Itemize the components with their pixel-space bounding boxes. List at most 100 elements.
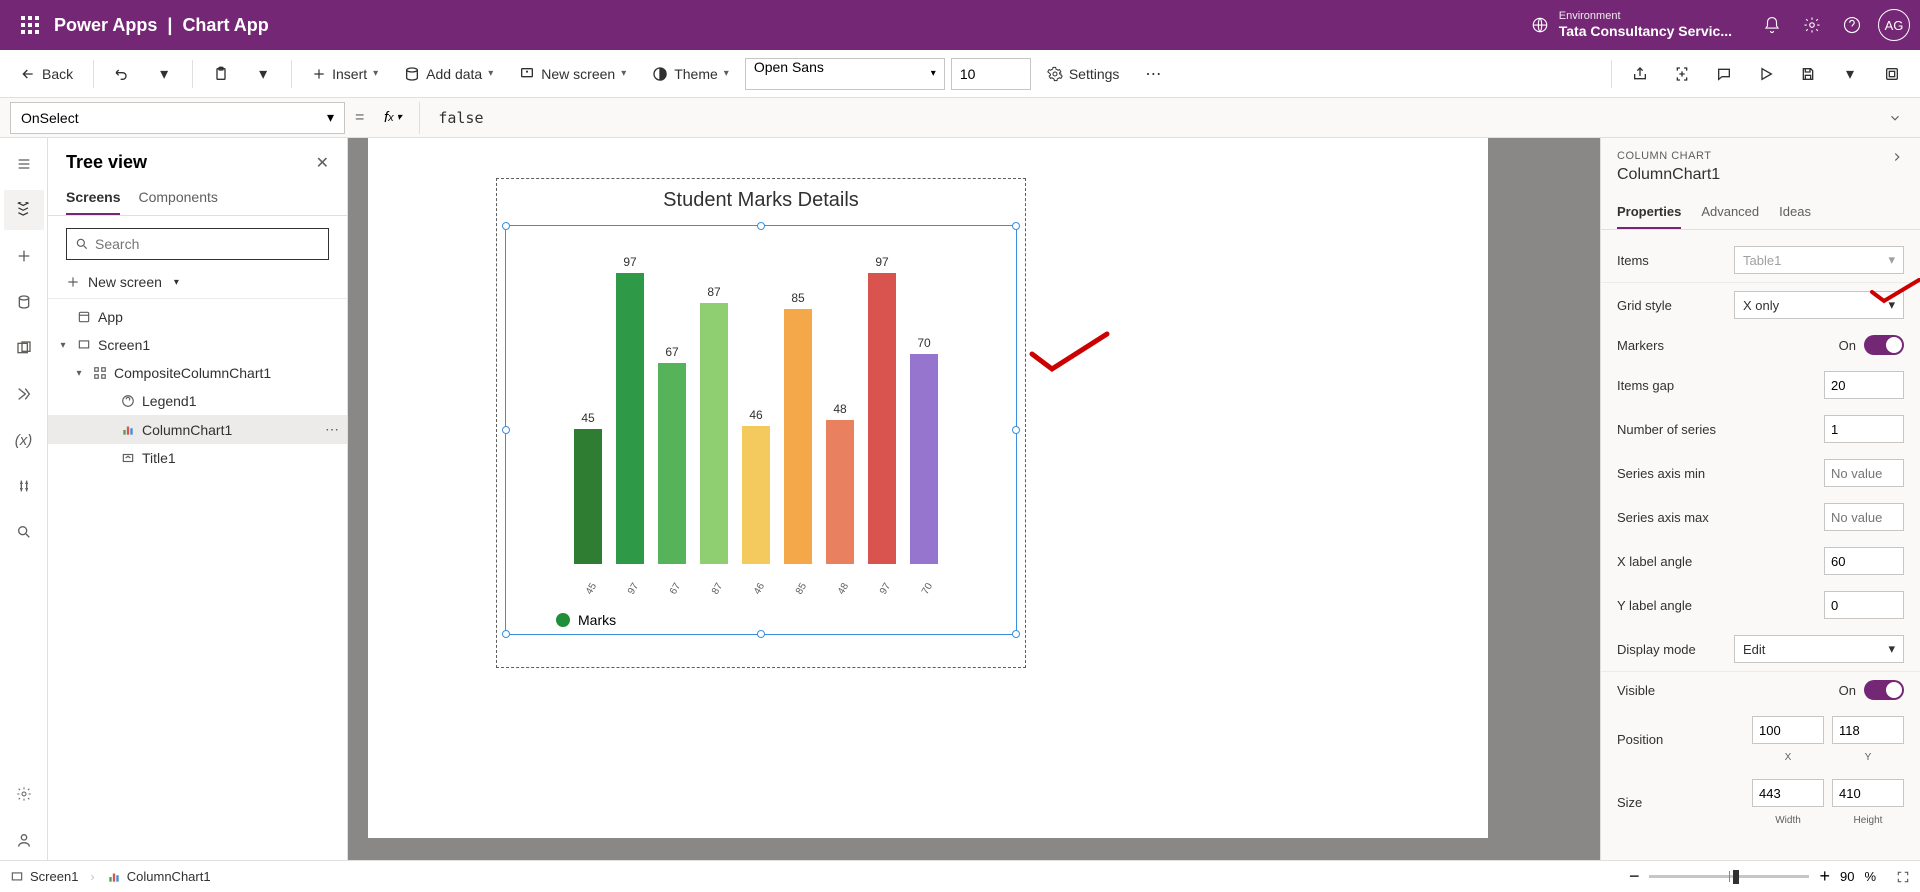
items-select[interactable]: Table1 ▾	[1734, 246, 1904, 274]
items-value: Table1	[1743, 253, 1781, 268]
breadcrumb-screen[interactable]: Screen1	[10, 869, 78, 884]
position-y-input[interactable]	[1832, 716, 1904, 744]
font-family-select[interactable]: Open Sans ▾	[745, 58, 945, 90]
resize-handle[interactable]	[1012, 630, 1020, 638]
tab-screens[interactable]: Screens	[66, 181, 120, 215]
screen-canvas[interactable]: Student Marks Details 459767874685489770…	[368, 138, 1488, 838]
insert-button[interactable]: Insert ▾	[302, 60, 388, 88]
tree-item-label: App	[98, 309, 123, 325]
column-chart-selection[interactable]: 459767874685489770 459767874685489770 Ma…	[505, 225, 1017, 635]
tab-advanced[interactable]: Advanced	[1701, 196, 1759, 229]
rail-hamburger-icon[interactable]	[4, 144, 44, 184]
screen-icon	[76, 338, 92, 352]
more-button[interactable]: ⋯	[1135, 56, 1171, 92]
tree-close-button[interactable]: ✕	[316, 153, 329, 173]
tree-item-columnchart[interactable]: ColumnChart1 ⋯	[48, 415, 347, 444]
size-width-input[interactable]	[1752, 779, 1824, 807]
resize-handle[interactable]	[502, 426, 510, 434]
rail-settings-icon[interactable]	[4, 774, 44, 814]
rail-variables-icon[interactable]: (x)	[4, 420, 44, 460]
notifications-icon[interactable]	[1752, 5, 1792, 45]
position-x-input[interactable]	[1752, 716, 1824, 744]
resize-handle[interactable]	[757, 222, 765, 230]
add-data-button[interactable]: Add data ▾	[394, 60, 503, 88]
resize-handle[interactable]	[1012, 426, 1020, 434]
publish-button[interactable]	[1874, 56, 1910, 92]
app-checker-button[interactable]	[1664, 56, 1700, 92]
help-icon[interactable]	[1832, 5, 1872, 45]
tab-components[interactable]: Components	[138, 181, 217, 215]
rail-insert-icon[interactable]	[4, 236, 44, 276]
chart-bar: 70	[910, 354, 938, 564]
back-button[interactable]: Back	[10, 60, 83, 88]
tree-search[interactable]	[66, 228, 329, 260]
axis-min-input[interactable]	[1824, 459, 1904, 487]
resize-handle[interactable]	[757, 630, 765, 638]
fx-label[interactable]: fx▾	[374, 102, 420, 134]
axis-max-input[interactable]	[1824, 503, 1904, 531]
rail-search-icon[interactable]	[4, 512, 44, 552]
resize-handle[interactable]	[502, 630, 510, 638]
tree-item-screen1[interactable]: ▾ Screen1	[48, 331, 347, 359]
formula-expand-button[interactable]	[1880, 103, 1910, 133]
formula-input[interactable]	[430, 102, 1870, 134]
rail-ask-icon[interactable]	[4, 820, 44, 860]
new-screen-button[interactable]: New screen ▾	[48, 266, 347, 298]
zoom-slider[interactable]	[1649, 875, 1809, 878]
comments-button[interactable]	[1706, 56, 1742, 92]
zoom-out-button[interactable]: −	[1629, 866, 1640, 887]
zoom-thumb[interactable]	[1733, 870, 1739, 884]
breadcrumb-selected[interactable]: ColumnChart1	[107, 869, 211, 884]
rail-power-automate-icon[interactable]	[4, 374, 44, 414]
tab-properties[interactable]: Properties	[1617, 196, 1681, 229]
font-size-input[interactable]	[951, 58, 1031, 90]
settings-icon[interactable]	[1792, 5, 1832, 45]
undo-button[interactable]	[104, 56, 140, 92]
more-icon[interactable]: ⋯	[325, 421, 339, 438]
save-dropdown[interactable]: ▾	[1832, 56, 1868, 92]
rail-tools-icon[interactable]	[4, 466, 44, 506]
rail-media-icon[interactable]	[4, 328, 44, 368]
items-gap-input[interactable]	[1824, 371, 1904, 399]
user-avatar[interactable]: AG	[1878, 9, 1910, 41]
display-mode-select[interactable]: Edit ▾	[1734, 635, 1904, 663]
x-angle-input[interactable]	[1824, 547, 1904, 575]
paste-dropdown[interactable]: ▾	[245, 56, 281, 92]
zoom-in-button[interactable]: +	[1819, 866, 1830, 887]
caret-icon[interactable]: ▾	[72, 368, 86, 379]
search-input[interactable]	[95, 236, 320, 252]
app-launcher-icon[interactable]	[10, 5, 50, 45]
formula-bar: OnSelect ▾ = fx▾	[0, 98, 1920, 138]
undo-dropdown[interactable]: ▾	[146, 56, 182, 92]
tree-item-app[interactable]: App	[48, 303, 347, 331]
tree-item-composite[interactable]: ▾ CompositeColumnChart1	[48, 359, 347, 387]
save-button[interactable]	[1790, 56, 1826, 92]
resize-handle[interactable]	[502, 222, 510, 230]
environment-picker[interactable]: Environment Tata Consultancy Servic...	[1531, 10, 1732, 40]
preview-button[interactable]	[1748, 56, 1784, 92]
y-angle-input[interactable]	[1824, 591, 1904, 619]
size-height-input[interactable]	[1832, 779, 1904, 807]
chart-bar: 46	[742, 426, 770, 564]
paste-button[interactable]	[203, 56, 239, 92]
share-button[interactable]	[1622, 56, 1658, 92]
tree-item-legend[interactable]: Legend1	[48, 387, 347, 415]
rail-data-icon[interactable]	[4, 282, 44, 322]
composite-chart-container[interactable]: Student Marks Details 459767874685489770…	[496, 178, 1026, 668]
property-selector[interactable]: OnSelect ▾	[10, 102, 345, 134]
caret-icon[interactable]: ▾	[56, 340, 70, 351]
expand-pane-icon[interactable]	[1890, 150, 1904, 164]
visible-toggle[interactable]	[1864, 680, 1904, 700]
rail-tree-view-icon[interactable]	[4, 190, 44, 230]
tree-item-title1[interactable]: Title1	[48, 444, 347, 472]
canvas-area[interactable]: Student Marks Details 459767874685489770…	[348, 138, 1600, 860]
new-screen-button[interactable]: New screen ▾	[509, 60, 636, 88]
tab-ideas[interactable]: Ideas	[1779, 196, 1811, 229]
fit-to-screen-button[interactable]	[1896, 870, 1910, 884]
markers-toggle[interactable]	[1864, 335, 1904, 355]
theme-button[interactable]: Theme ▾	[642, 60, 739, 88]
x-axis-label: 85	[794, 581, 809, 596]
resize-handle[interactable]	[1012, 222, 1020, 230]
num-series-input[interactable]	[1824, 415, 1904, 443]
settings-button[interactable]: Settings	[1037, 60, 1130, 88]
